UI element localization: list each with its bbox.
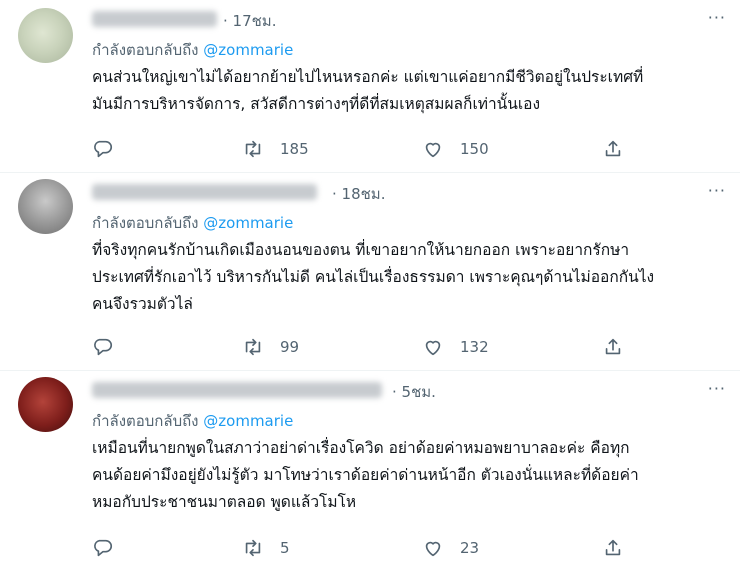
- reply-prefix: กำลังตอบกลับถึง: [92, 412, 199, 430]
- reply-icon: [92, 138, 114, 160]
- share-icon: [602, 537, 624, 559]
- tweet[interactable]: · 17ชม. ··· กำลังตอบกลับถึง @zommarie คน…: [0, 0, 740, 173]
- retweet-button[interactable]: 185: [242, 134, 309, 164]
- heart-icon: [422, 537, 444, 559]
- timestamp[interactable]: · 18ชม.: [332, 182, 385, 206]
- reply-button[interactable]: [92, 134, 114, 164]
- blurred-username[interactable]: [92, 11, 217, 27]
- retweet-icon: [242, 537, 264, 559]
- blurred-username[interactable]: [92, 382, 382, 398]
- like-button[interactable]: 150: [422, 134, 489, 164]
- reply-button[interactable]: [92, 332, 114, 362]
- retweet-button[interactable]: 5: [242, 533, 290, 563]
- share-button[interactable]: [602, 134, 624, 164]
- heart-icon: [422, 336, 444, 358]
- more-options-icon[interactable]: ···: [708, 8, 726, 27]
- tweet-actions: 5 23: [92, 533, 652, 563]
- like-count: 132: [460, 338, 489, 356]
- share-button[interactable]: [602, 533, 624, 563]
- like-count: 150: [460, 140, 489, 158]
- tweet-text: ที่จริงทุกคนรักบ้านเกิดเมืองนอนของตน ที่…: [92, 241, 655, 313]
- retweet-button[interactable]: 99: [242, 332, 299, 362]
- reply-icon: [92, 537, 114, 559]
- reply-prefix: กำลังตอบกลับถึง: [92, 41, 199, 59]
- retweet-count: 5: [280, 539, 290, 557]
- more-options-icon[interactable]: ···: [708, 379, 726, 398]
- avatar[interactable]: [18, 179, 73, 234]
- share-icon: [602, 138, 624, 160]
- tweet-actions: 185 150: [92, 134, 652, 164]
- tweet-text: คนส่วนใหญ่เขาไม่ได้อยากย้ายไปไหนหรอกค่ะ …: [92, 68, 644, 113]
- retweet-count: 99: [280, 338, 300, 356]
- reply-context: กำลังตอบกลับถึง @zommarie: [92, 211, 293, 235]
- timestamp[interactable]: · 5ชม.: [392, 380, 436, 404]
- share-icon: [602, 336, 624, 358]
- reply-handle-link[interactable]: @zommarie: [203, 214, 293, 232]
- reply-handle-link[interactable]: @zommarie: [203, 41, 293, 59]
- reply-context: กำลังตอบกลับถึง @zommarie: [92, 38, 293, 62]
- reply-context: กำลังตอบกลับถึง @zommarie: [92, 409, 293, 433]
- retweet-count: 185: [280, 140, 309, 158]
- reply-handle-link[interactable]: @zommarie: [203, 412, 293, 430]
- tweet-text: เหมือนที่นายกพูดในสภาว่าอย่าด่าเรื่องโคว…: [92, 439, 639, 511]
- like-button[interactable]: 132: [422, 332, 489, 362]
- avatar[interactable]: [18, 377, 73, 432]
- tweet[interactable]: · 5ชม. ··· กำลังตอบกลับถึง @zommarie เหม…: [0, 371, 740, 571]
- timestamp[interactable]: · 17ชม.: [223, 9, 276, 33]
- reply-prefix: กำลังตอบกลับถึง: [92, 214, 199, 232]
- blurred-username[interactable]: [92, 184, 317, 200]
- more-options-icon[interactable]: ···: [708, 181, 726, 200]
- reply-icon: [92, 336, 114, 358]
- heart-icon: [422, 138, 444, 160]
- like-button[interactable]: 23: [422, 533, 479, 563]
- tweet[interactable]: · 18ชม. ··· กำลังตอบกลับถึง @zommarie ที…: [0, 173, 740, 371]
- like-count: 23: [460, 539, 480, 557]
- retweet-icon: [242, 138, 264, 160]
- tweet-actions: 99 132: [92, 332, 652, 362]
- retweet-icon: [242, 336, 264, 358]
- reply-button[interactable]: [92, 533, 114, 563]
- avatar[interactable]: [18, 8, 73, 63]
- share-button[interactable]: [602, 332, 624, 362]
